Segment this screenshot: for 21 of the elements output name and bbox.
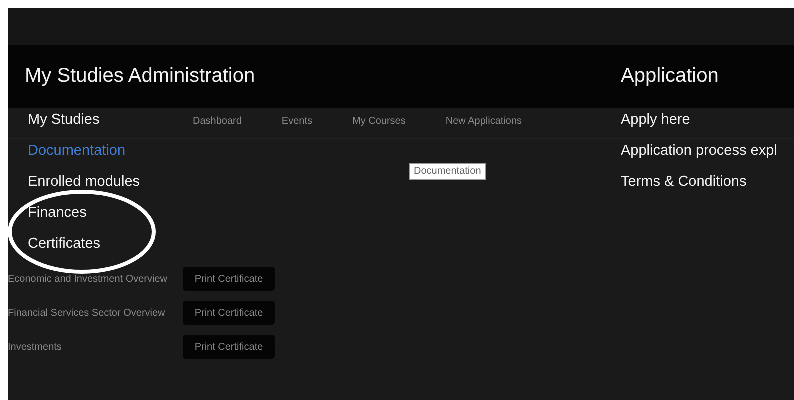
menu-item[interactable]: Terms & Conditions xyxy=(621,172,778,193)
nav-link[interactable]: New Applications xyxy=(446,116,522,138)
nav-link[interactable]: Events xyxy=(282,116,312,138)
print-certificate-button[interactable]: Print Certificate xyxy=(183,335,275,359)
nav-link[interactable]: Dashboard xyxy=(193,116,242,138)
print-certificate-button[interactable]: Print Certificate xyxy=(183,267,275,291)
menu-item[interactable]: Apply here xyxy=(621,110,778,131)
menu-item[interactable]: Certificates xyxy=(28,234,140,255)
menu-heading: My Studies Administration xyxy=(25,65,256,88)
print-certificate-button[interactable]: Print Certificate xyxy=(183,301,275,325)
nav-link[interactable]: My Courses xyxy=(352,116,406,138)
menu-item[interactable]: Documentation xyxy=(28,141,140,162)
menu-item[interactable]: Application process expl xyxy=(621,141,778,162)
menu-item[interactable]: Enrolled modules xyxy=(28,172,140,193)
course-name: Financial Services Sector Overview xyxy=(8,308,166,318)
menu-item[interactable]: Finances xyxy=(28,203,140,224)
course-name: Economic and Investment Overview xyxy=(8,274,169,284)
tooltip: Documentation xyxy=(409,163,486,180)
menu-item[interactable]: My Studies xyxy=(28,110,140,131)
menu-heading: Application xyxy=(621,65,720,88)
course-name: Investments xyxy=(8,342,63,352)
